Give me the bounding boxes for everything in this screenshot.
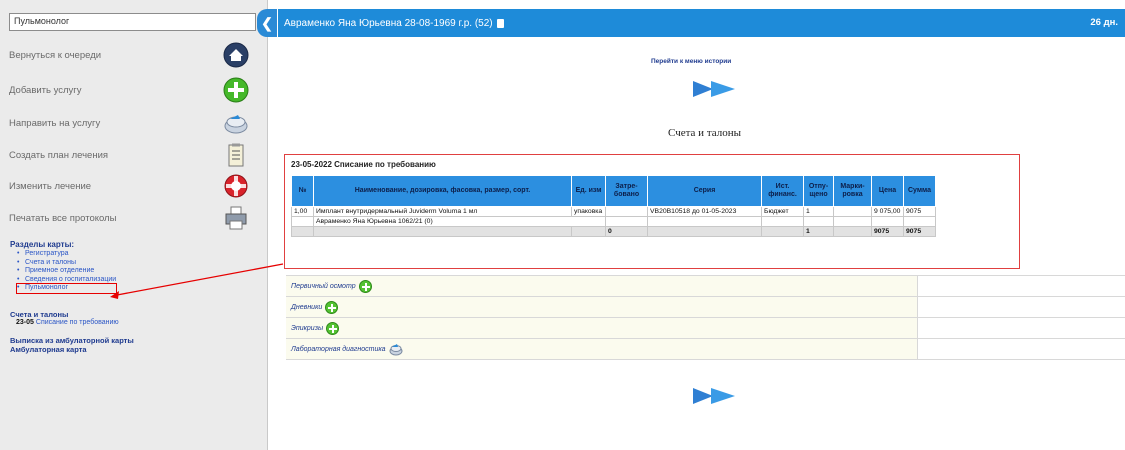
primary-exam-link[interactable]: Первичный осмотр: [291, 283, 356, 290]
col-released: Отпу-щено: [803, 175, 834, 207]
items-table: № Наименование, дозировка, фасовка, разм…: [291, 175, 936, 237]
document-icon[interactable]: [496, 18, 504, 28]
col-requested: Затре-бовано: [605, 175, 648, 207]
cell-requested: [605, 206, 648, 217]
total-sum: 9075: [903, 226, 936, 237]
referral-icon[interactable]: [389, 342, 403, 356]
col-price: Цена: [871, 175, 904, 207]
table-row: 1,00 Имплант внутридермальный Juviderm V…: [291, 206, 936, 217]
patient-name: Авраменко Яна Юрьевна 28-08-1969 г.р. (5…: [284, 17, 493, 29]
cell-patient: Авраменко Яна Юрьевна 1062/21 (0): [313, 216, 606, 227]
diaries-link[interactable]: Дневники: [291, 304, 322, 311]
cell-unit: упаковка: [571, 206, 606, 217]
card-sections-list: Регистратура Счета и талоны Приемное отд…: [15, 250, 118, 294]
account-entry-label: Списание по требованию: [35, 319, 119, 326]
total-requested: 0: [605, 226, 648, 237]
accounts-title[interactable]: Счета и талоны: [10, 310, 68, 319]
cell-series: VB20B10518 до 01-05-2023: [647, 206, 762, 217]
add-icon[interactable]: [325, 300, 339, 314]
plus-circle-icon: [223, 77, 249, 103]
main-content: Перейти к меню истории Счета и талоны 23…: [278, 37, 1125, 450]
lifebuoy-icon: [223, 173, 249, 199]
sidebar: Пульмонолог Вернуться к очереди Добавить…: [0, 0, 268, 450]
totals-row: 0 1 9075 9075: [291, 226, 936, 237]
create-treatment-plan-button[interactable]: Создать план лечения: [9, 140, 249, 170]
double-arrow-icon[interactable]: [691, 385, 737, 407]
total-price: 9075: [871, 226, 904, 237]
cell-price: 9 075,00: [871, 206, 904, 217]
cell-released: 1: [803, 206, 834, 217]
total-released: 1: [803, 226, 834, 237]
print-protocols-label: Печатать все протоколы: [9, 212, 117, 224]
col-number: №: [291, 175, 314, 207]
home-icon: [223, 42, 249, 68]
col-finance: Ист. финанс.: [761, 175, 804, 207]
cell-sum: 9075: [903, 206, 936, 217]
add-icon[interactable]: [358, 279, 372, 293]
clipboard-icon: [223, 142, 249, 168]
printer-icon: [223, 205, 249, 231]
return-to-queue-label: Вернуться к очереди: [9, 49, 102, 61]
list-item: Первичный осмотр: [286, 276, 1125, 297]
chevron-left-icon: ❮: [261, 14, 273, 31]
referral-icon: [223, 110, 249, 136]
section-pulmonologist-link[interactable]: Пульмонолог: [15, 283, 118, 294]
collapse-sidebar-button[interactable]: ❮: [257, 9, 277, 37]
account-entry-date: 23-05: [16, 319, 34, 326]
col-sum: Сумма: [903, 175, 936, 207]
col-series: Серия: [647, 175, 762, 207]
list-item: Эпикризы: [286, 318, 1125, 339]
outpatient-card-link[interactable]: Амбулаторная карта: [10, 345, 87, 354]
list-item: Лабораторная диагностика: [286, 339, 1125, 360]
section-accounts-link[interactable]: Счета и талоны: [17, 259, 116, 268]
return-to-queue-button[interactable]: Вернуться к очереди: [9, 40, 249, 70]
add-service-label: Добавить услугу: [9, 84, 82, 96]
cell-name: Имплант внутридермальный Juviderm Voluma…: [313, 206, 572, 217]
epicrisis-link[interactable]: Эпикризы: [291, 325, 323, 332]
section-registry-link[interactable]: Регистратура: [17, 250, 116, 259]
lab-diagnostics-link[interactable]: Лабораторная диагностика: [291, 346, 386, 353]
col-marking: Марки-ровка: [833, 175, 872, 207]
section-admission-link[interactable]: Приемное отделение: [17, 267, 116, 276]
change-treatment-button[interactable]: Изменить лечение: [9, 171, 249, 201]
role-select[interactable]: Пульмонолог: [9, 13, 256, 31]
table-header-row: № Наименование, дозировка, фасовка, разм…: [291, 175, 936, 207]
add-icon[interactable]: [326, 321, 340, 335]
double-arrow-icon[interactable]: [691, 78, 737, 100]
app-root: Пульмонолог Вернуться к очереди Добавить…: [0, 0, 1125, 450]
cell-number: 1,00: [291, 206, 314, 217]
add-service-button[interactable]: Добавить услугу: [9, 75, 249, 105]
section-hospitalization-link[interactable]: Сведения о госпитализации: [17, 276, 116, 285]
refer-service-button[interactable]: Направить на услугу: [9, 108, 249, 138]
change-treatment-label: Изменить лечение: [9, 180, 92, 192]
patient-header: Авраменко Яна Юрьевна 28-08-1969 г.р. (5…: [278, 9, 1125, 37]
write-off-title: 23-05-2022 Списание по требованию: [291, 160, 436, 169]
history-menu-link[interactable]: Перейти к меню истории: [651, 58, 731, 65]
documents-list: Первичный осмотр Дневники Эпикризы Лабор…: [286, 275, 1125, 360]
cell-marking: [833, 206, 872, 217]
account-entry-link[interactable]: 23-05 Списание по требованию: [16, 319, 119, 326]
refer-service-label: Направить на услугу: [9, 117, 101, 129]
table-row: Авраменко Яна Юрьевна 1062/21 (0): [291, 216, 936, 227]
card-sections-title: Разделы карты:: [10, 240, 75, 249]
extract-link[interactable]: Выписка из амбулаторной карты: [10, 336, 134, 345]
cell-finance: Бюджет: [761, 206, 804, 217]
print-protocols-button[interactable]: Печатать все протоколы: [9, 203, 249, 233]
write-off-panel: 23-05-2022 Списание по требованию № Наим…: [284, 154, 1020, 269]
list-item: Дневники: [286, 297, 1125, 318]
section-heading: Счета и талоны: [668, 127, 742, 139]
create-plan-label: Создать план лечения: [9, 149, 109, 161]
col-name: Наименование, дозировка, фасовка, размер…: [313, 175, 572, 207]
header-date: 26 дн.: [1090, 17, 1118, 28]
col-unit: Ед. изм: [571, 175, 606, 207]
